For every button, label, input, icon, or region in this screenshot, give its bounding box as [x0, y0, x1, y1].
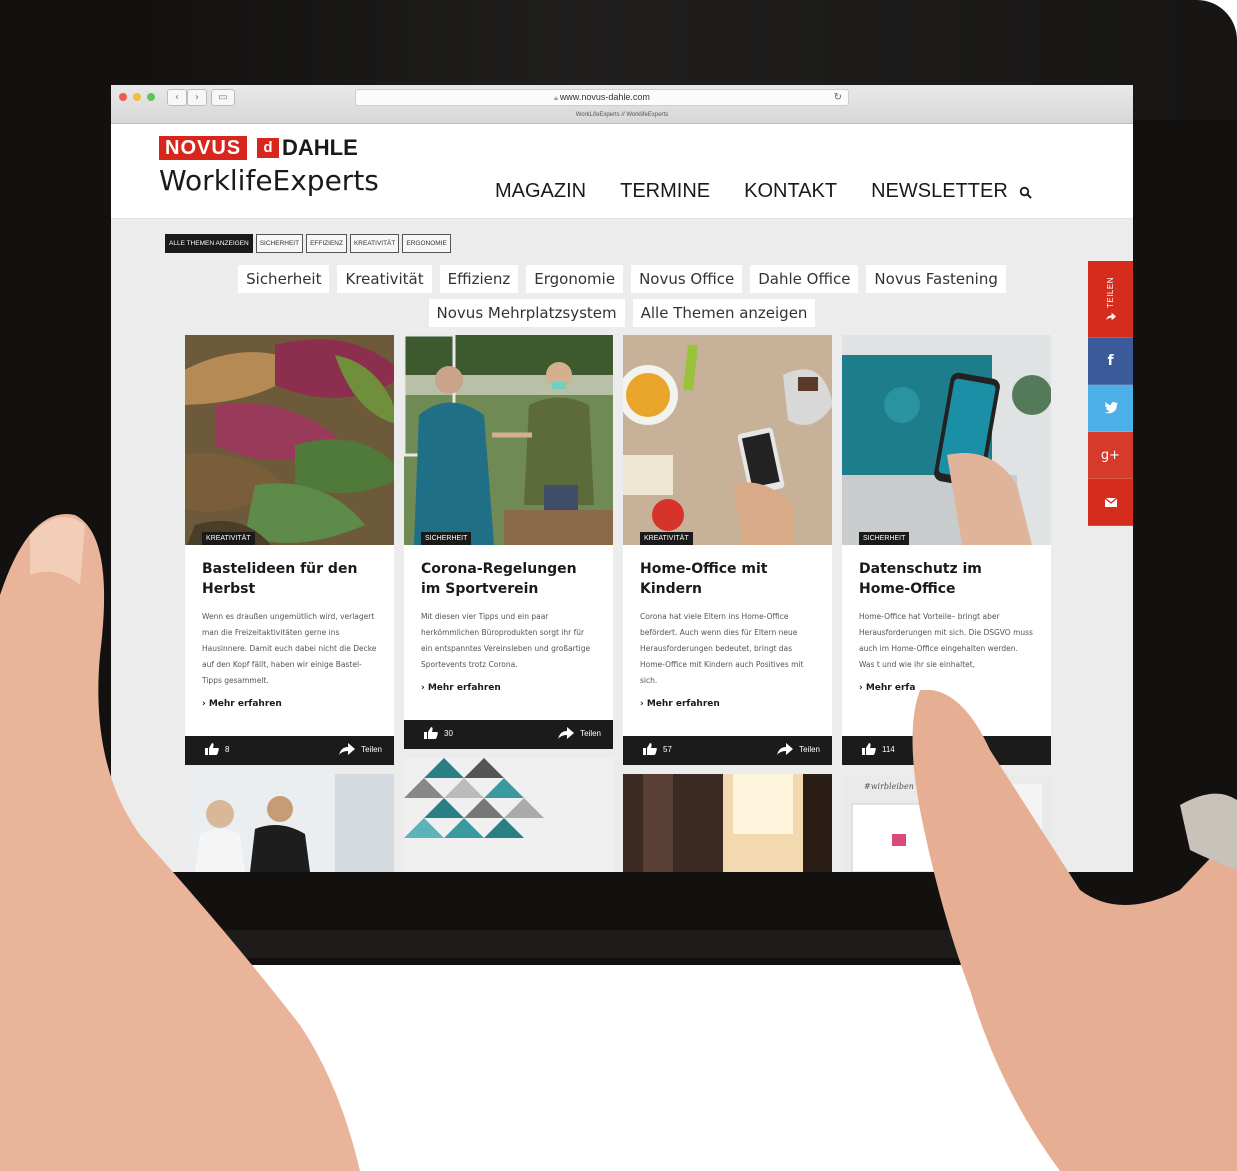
article-title[interactable]: Corona-Regelungen im Sportverein: [421, 559, 596, 599]
share-arrow-icon: [558, 727, 575, 739]
browser-toolbar: ‹ › ▭ 🔒︎ www.novus-dahle.com ↻ WorkLifeE…: [111, 85, 1133, 124]
dahle-logo[interactable]: d DAHLE: [257, 136, 358, 160]
like-count: 57: [663, 744, 672, 754]
article-card[interactable]: KREATIVITÄT Home-Office mit Kindern Coro…: [623, 335, 832, 765]
twitter-share-button[interactable]: [1088, 385, 1133, 432]
tag-sicherheit[interactable]: SICHERHEIT: [255, 234, 304, 253]
read-more-label: Mehr erfahren: [427, 683, 501, 693]
category-pill[interactable]: Novus Mehrplatzsystem: [428, 299, 625, 327]
twitter-icon: [1103, 402, 1118, 414]
article-thumbnail-office-window[interactable]: [623, 774, 832, 872]
maximize-window-button[interactable]: [147, 93, 155, 101]
like-button[interactable]: 30: [424, 727, 453, 739]
thumbs-up-icon: [424, 727, 438, 739]
article-title[interactable]: Datenschutz im Home-Office: [859, 559, 1034, 599]
social-share-sidebar: TEILEN f g+: [1088, 261, 1133, 526]
share-sidebar-label: TEILEN: [1106, 276, 1115, 308]
category-row-1: Sicherheit Kreativität Effizienz Ergonom…: [111, 265, 1133, 293]
minimize-window-button[interactable]: [133, 93, 141, 101]
read-more-link[interactable]: › Mehr erfahren: [421, 683, 596, 693]
nav-newsletter[interactable]: NEWSLETTER: [871, 180, 1008, 203]
sidebar-toggle-icon[interactable]: ▭: [211, 89, 235, 106]
category-row-2: Novus Mehrplatzsystem Alle Themen anzeig…: [111, 299, 1133, 327]
mail-icon: [1104, 497, 1117, 507]
like-count: 30: [444, 728, 453, 738]
article-title[interactable]: Home-Office mit Kindern: [640, 559, 815, 599]
forward-button[interactable]: ›: [187, 89, 207, 106]
category-pill[interactable]: Sicherheit: [238, 265, 330, 293]
close-window-button[interactable]: [119, 93, 127, 101]
category-pill[interactable]: Alle Themen anzeigen: [632, 299, 816, 327]
read-more-label: Mehr erfahren: [646, 699, 720, 709]
laptop-phone-image: [842, 335, 1051, 545]
share-arrow-icon: [777, 743, 794, 755]
novus-logo[interactable]: NOVUS: [159, 136, 248, 160]
sports-image: [404, 335, 613, 545]
site-header: NOVUS d DAHLE WorklifeExperts MAGAZIN TER…: [111, 124, 1133, 219]
facebook-icon: f: [1107, 353, 1114, 369]
nav-termine[interactable]: TERMINE: [620, 180, 710, 203]
triangle-pattern-image: [404, 758, 613, 872]
facebook-share-button[interactable]: f: [1088, 338, 1133, 385]
reload-icon[interactable]: ↻: [834, 90, 842, 105]
share-label: Teilen: [580, 728, 601, 738]
thumbs-up-icon: [862, 743, 876, 755]
share-toggle-button[interactable]: TEILEN: [1088, 261, 1133, 338]
card-action-bar: 30 Teilen: [404, 720, 613, 749]
tag-effizienz[interactable]: EFFIZIENZ: [306, 234, 347, 253]
category-pill[interactable]: Kreativität: [337, 265, 432, 293]
search-icon[interactable]: [1019, 186, 1033, 200]
category-pill[interactable]: Effizienz: [439, 265, 519, 293]
read-more-link[interactable]: › Mehr erfahren: [640, 699, 815, 709]
office-window-image: [623, 774, 832, 872]
category-pill[interactable]: Novus Office: [631, 265, 743, 293]
main-nav: MAGAZIN TERMINE KONTAKT NEWSLETTER: [495, 180, 1042, 203]
category-pill[interactable]: Ergonomie: [526, 265, 624, 293]
url-bar[interactable]: 🔒︎ www.novus-dahle.com ↻: [355, 89, 849, 106]
article-thumbnail-triangles[interactable]: [404, 758, 613, 872]
left-hand: [0, 514, 360, 1171]
url-text: www.novus-dahle.com: [559, 92, 650, 102]
right-hand: [912, 690, 1237, 1171]
dahle-logo-mark: d: [257, 138, 279, 158]
share-button[interactable]: Teilen: [558, 727, 601, 739]
tag-ergonomie[interactable]: ERGONOMIE: [402, 234, 451, 253]
category-badge[interactable]: KREATIVITÄT: [640, 532, 693, 545]
share-label: Teilen: [361, 744, 382, 754]
nav-kontakt[interactable]: KONTAKT: [744, 180, 837, 203]
article-teaser: Mit diesen vier Tipps und ein paar herkö…: [421, 612, 591, 669]
category-pill[interactable]: Dahle Office: [750, 265, 859, 293]
email-share-button[interactable]: [1088, 479, 1133, 526]
article-image-sports-club[interactable]: SICHERHEIT: [404, 335, 613, 545]
googleplus-share-button[interactable]: g+: [1088, 432, 1133, 479]
share-button[interactable]: Teilen: [777, 743, 820, 755]
share-label: Teilen: [799, 744, 820, 754]
nav-magazin[interactable]: MAGAZIN: [495, 180, 586, 203]
category-badge[interactable]: SICHERHEIT: [859, 532, 910, 545]
category-badge[interactable]: SICHERHEIT: [421, 532, 472, 545]
article-image-data-protection[interactable]: SICHERHEIT: [842, 335, 1051, 545]
card-action-bar: 57 Teilen: [623, 736, 832, 765]
thumbs-up-icon: [643, 743, 657, 755]
article-teaser: Home-Office hat Vorteile– bringt aber He…: [859, 612, 1033, 669]
back-button[interactable]: ‹: [167, 89, 187, 106]
site-title[interactable]: WorklifeExperts: [159, 164, 379, 197]
desk-phone-image: [623, 335, 832, 545]
category-pill[interactable]: Novus Fastening: [866, 265, 1006, 293]
googleplus-icon: g+: [1100, 447, 1121, 463]
tag-kreativitaet[interactable]: KREATIVITÄT: [349, 234, 400, 253]
tag-filter-row: ALLE THEMEN ANZEIGEN SICHERHEIT EFFIZIEN…: [165, 234, 454, 253]
tab-title[interactable]: WorkLifeExperts // WorklifeExperts: [111, 109, 1133, 121]
like-button[interactable]: 57: [643, 743, 672, 755]
dahle-logo-text: DAHLE: [282, 135, 358, 160]
article-teaser: Corona hat viele Eltern ins Home-Office …: [640, 612, 804, 685]
tag-all[interactable]: ALLE THEMEN ANZEIGEN: [165, 234, 253, 253]
article-card[interactable]: SICHERHEIT Corona-Regelungen im Sportver…: [404, 335, 613, 749]
article-image-home-office-kids[interactable]: KREATIVITÄT: [623, 335, 832, 545]
share-arrow-icon: [1105, 312, 1116, 321]
